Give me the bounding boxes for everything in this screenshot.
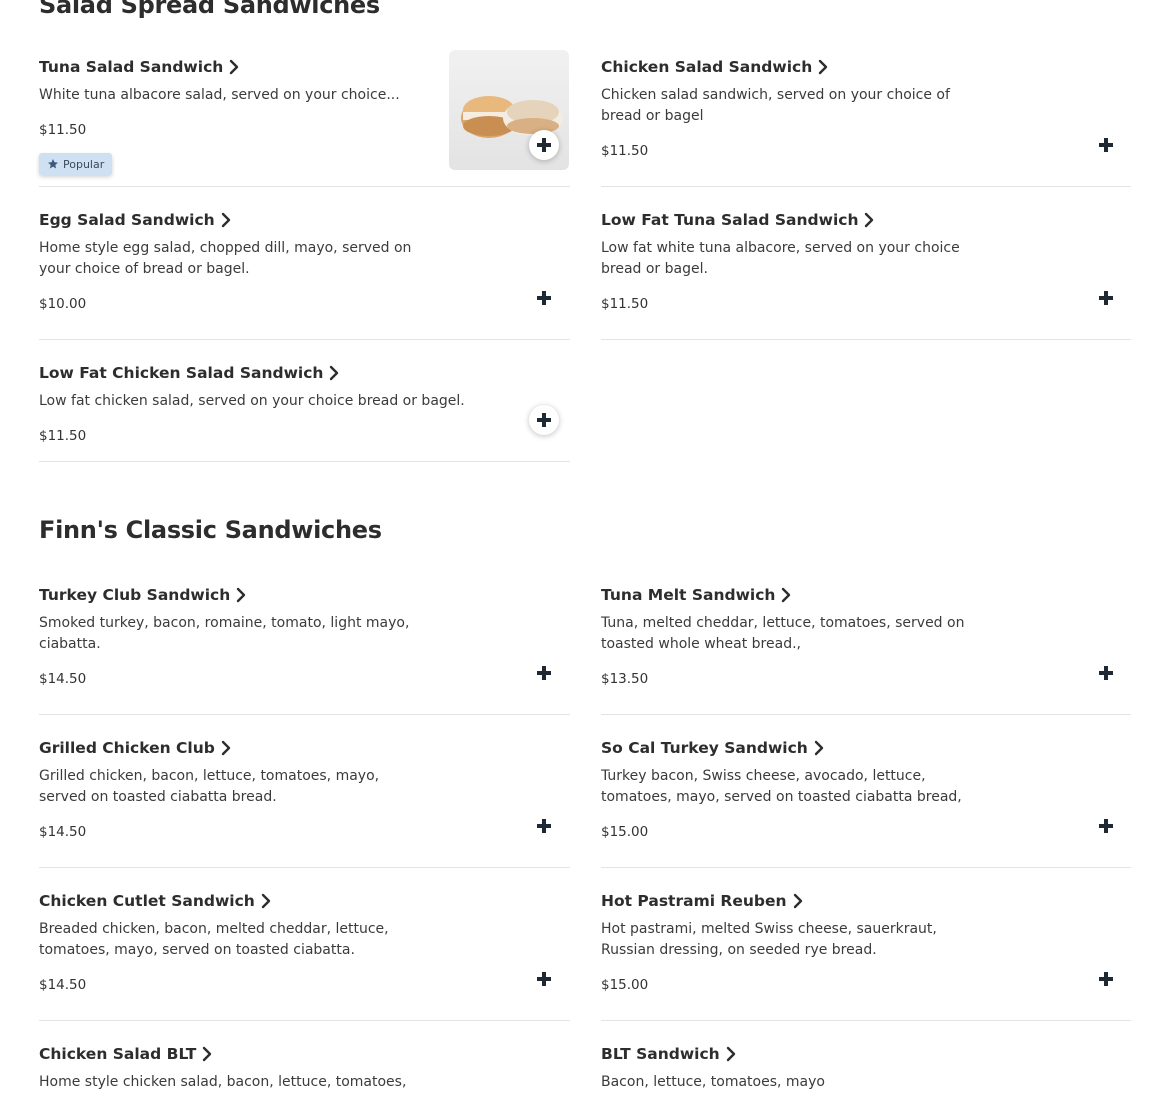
item-name[interactable]: Hot Pastrami Reuben <box>601 892 787 910</box>
item-description: Home style egg salad, chopped dill, mayo… <box>39 240 412 277</box>
plus-icon <box>537 291 551 305</box>
section-title-finns-classic: Finn's Classic Sandwiches <box>39 516 382 544</box>
plus-icon <box>537 413 551 427</box>
plus-icon <box>1099 666 1113 680</box>
add-button[interactable] <box>1091 811 1121 841</box>
item-description: Bacon, lettuce, tomatoes, mayo <box>601 1074 825 1090</box>
item-name[interactable]: Chicken Cutlet Sandwich <box>39 892 255 910</box>
item-price: $11.50 <box>601 143 649 159</box>
item-description: Low fat white tuna albacore, served on y… <box>601 240 960 277</box>
plus-icon <box>1099 291 1113 305</box>
item-description: Low fat chicken salad, served on your ch… <box>39 393 465 409</box>
add-button[interactable] <box>529 283 559 313</box>
add-button[interactable] <box>529 964 559 994</box>
chevron-right-icon <box>261 893 271 909</box>
item-name[interactable]: BLT Sandwich <box>601 1045 720 1063</box>
item-price: $15.00 <box>601 824 649 840</box>
item-description: Smoked turkey, bacon, romaine, tomato, l… <box>39 615 410 652</box>
item-name[interactable]: Chicken Salad Sandwich <box>601 58 812 76</box>
chevron-right-icon <box>726 1046 735 1062</box>
chevron-right-icon <box>814 740 824 756</box>
badge-label: Popular <box>63 157 105 171</box>
item-description: Tuna, melted cheddar, lettuce, tomatoes,… <box>601 615 965 652</box>
plus-icon <box>1099 819 1113 833</box>
menu-item-blt[interactable]: BLT Sandwich Bacon, lettuce, tomatoes, m… <box>601 1044 1131 1098</box>
item-price: $14.50 <box>39 671 87 687</box>
item-description: Hot pastrami, melted Swiss cheese, sauer… <box>601 921 937 958</box>
item-description: Home style chicken salad, bacon, lettuce… <box>39 1074 407 1090</box>
popular-badge: Popular <box>39 153 113 175</box>
item-price: $14.50 <box>39 977 87 993</box>
item-price: $11.50 <box>39 122 87 138</box>
section-title-salad-spread: Salad Spread Sandwiches <box>39 0 380 19</box>
plus-icon <box>1099 138 1113 152</box>
chevron-right-icon <box>819 59 828 75</box>
chevron-right-icon <box>203 1046 212 1062</box>
item-price: $11.50 <box>39 428 87 444</box>
menu-item-tuna-melt[interactable]: Tuna Melt Sandwich Tuna, melted cheddar,… <box>601 585 1131 715</box>
add-button[interactable] <box>529 811 559 841</box>
plus-icon <box>537 819 551 833</box>
item-name[interactable]: Tuna Melt Sandwich <box>601 586 775 604</box>
item-description: Chicken salad sandwich, served on your c… <box>601 87 950 124</box>
item-name[interactable]: Egg Salad Sandwich <box>39 211 215 229</box>
item-name[interactable]: Low Fat Tuna Salad Sandwich <box>601 211 858 229</box>
chevron-right-icon <box>237 587 246 603</box>
item-price: $10.00 <box>39 296 87 312</box>
item-name[interactable]: Grilled Chicken Club <box>39 739 215 757</box>
plus-icon <box>1099 972 1113 986</box>
menu-item-tuna-salad[interactable]: Tuna Salad Sandwich White tuna albacore … <box>39 50 570 187</box>
plus-icon <box>537 138 551 152</box>
chevron-right-icon <box>793 893 802 909</box>
item-price: $15.00 <box>601 977 649 993</box>
item-name[interactable]: Turkey Club Sandwich <box>39 586 230 604</box>
menu-item-hot-pastrami-reuben[interactable]: Hot Pastrami Reuben Hot pastrami, melted… <box>601 891 1131 1021</box>
item-price: $11.50 <box>601 296 649 312</box>
add-button[interactable] <box>1091 283 1121 313</box>
item-name[interactable]: So Cal Turkey Sandwich <box>601 739 808 757</box>
item-price: $14.50 <box>39 824 87 840</box>
add-button[interactable] <box>529 658 559 688</box>
chevron-right-icon <box>221 740 231 756</box>
chevron-right-icon <box>782 587 791 603</box>
menu-item-egg-salad[interactable]: Egg Salad Sandwich Home style egg salad,… <box>39 210 570 340</box>
item-description: White tuna albacore salad, served on you… <box>39 87 400 103</box>
add-button[interactable] <box>1091 658 1121 688</box>
menu-item-turkey-club[interactable]: Turkey Club Sandwich Smoked turkey, baco… <box>39 585 570 715</box>
menu-item-chicken-cutlet[interactable]: Chicken Cutlet Sandwich Breaded chicken,… <box>39 891 570 1021</box>
chevron-right-icon <box>865 212 874 228</box>
add-button[interactable] <box>529 130 559 160</box>
item-name[interactable]: Low Fat Chicken Salad Sandwich <box>39 364 323 382</box>
chevron-right-icon <box>330 365 339 381</box>
item-description: Grilled chicken, bacon, lettuce, tomatoe… <box>39 768 380 805</box>
menu-item-grilled-chicken-club[interactable]: Grilled Chicken Club Grilled chicken, ba… <box>39 738 570 868</box>
item-description: Turkey bacon, Swiss cheese, avocado, let… <box>601 768 962 805</box>
star-icon <box>48 159 58 169</box>
item-description: Breaded chicken, bacon, melted cheddar, … <box>39 921 389 958</box>
item-name[interactable]: Chicken Salad BLT <box>39 1045 196 1063</box>
item-name[interactable]: Tuna Salad Sandwich <box>39 58 223 76</box>
add-button[interactable] <box>1091 130 1121 160</box>
add-button[interactable] <box>1091 964 1121 994</box>
plus-icon <box>537 972 551 986</box>
plus-icon <box>537 666 551 680</box>
menu-item-chicken-salad-blt[interactable]: Chicken Salad BLT Home style chicken sal… <box>39 1044 570 1098</box>
chevron-right-icon <box>230 59 239 75</box>
menu-item-low-fat-chicken[interactable]: Low Fat Chicken Salad Sandwich Low fat c… <box>39 363 570 462</box>
chevron-right-icon <box>221 212 230 228</box>
add-button[interactable] <box>529 405 559 435</box>
item-price: $13.50 <box>601 671 649 687</box>
menu-item-so-cal-turkey[interactable]: So Cal Turkey Sandwich Turkey bacon, Swi… <box>601 738 1131 868</box>
menu-item-chicken-salad[interactable]: Chicken Salad Sandwich Chicken salad san… <box>601 57 1131 187</box>
menu-item-low-fat-tuna[interactable]: Low Fat Tuna Salad Sandwich Low fat whit… <box>601 210 1131 340</box>
